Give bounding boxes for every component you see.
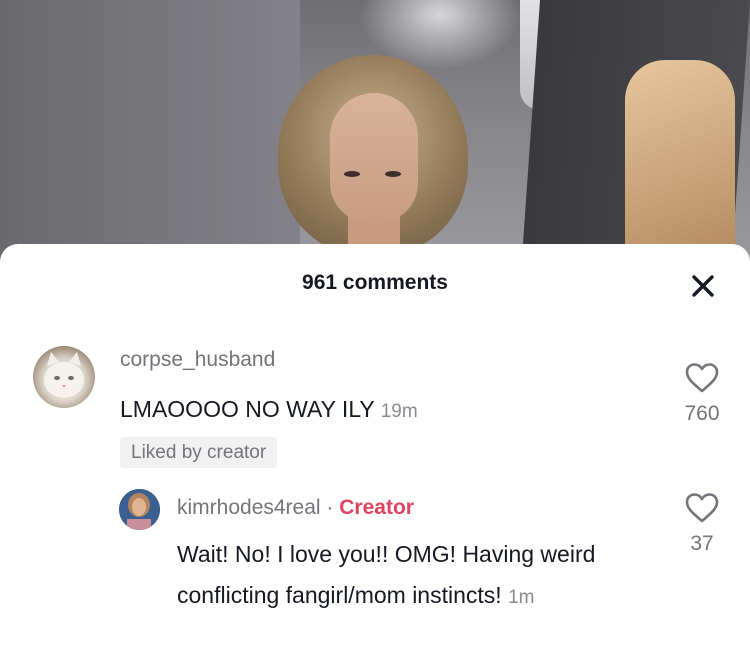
comment-like-count: 760 bbox=[684, 402, 720, 425]
video-background bbox=[0, 0, 750, 260]
heart-outline-icon bbox=[685, 363, 719, 393]
username-separator: · bbox=[326, 496, 334, 519]
close-button[interactable] bbox=[686, 269, 720, 303]
commenter-avatar[interactable] bbox=[33, 346, 95, 408]
heart-outline-icon bbox=[685, 493, 719, 523]
comments-header: 961 comments bbox=[0, 244, 750, 324]
video-wall bbox=[0, 0, 300, 260]
comment-time: 19m bbox=[380, 401, 418, 422]
comment-body: LMAOOOO NO WAY ILY bbox=[120, 396, 375, 422]
comment-count: 961 comments bbox=[302, 271, 448, 294]
comment-text: LMAOOOO NO WAY ILY 19m bbox=[120, 389, 600, 432]
liked-by-creator-badge: Liked by creator bbox=[120, 437, 278, 468]
reply-like-count: 37 bbox=[690, 532, 714, 555]
comments-sheet: 961 comments corpse_husband LMAOOOO NO W… bbox=[0, 244, 750, 666]
video-person bbox=[278, 55, 468, 260]
reply-avatar[interactable] bbox=[119, 489, 160, 530]
kim-avatar bbox=[119, 489, 160, 530]
reply-time: 1m bbox=[508, 587, 535, 608]
person-left-eye bbox=[344, 171, 360, 177]
comment-username[interactable]: corpse_husband bbox=[120, 348, 275, 372]
white-cat-avatar bbox=[44, 352, 84, 398]
close-icon bbox=[692, 275, 714, 297]
person-right-eye bbox=[385, 171, 401, 177]
creator-tag: Creator bbox=[339, 496, 414, 519]
reply-text: Wait! No! I love you!! OMG! Having weird… bbox=[177, 534, 647, 618]
comment-like-button[interactable]: 760 bbox=[667, 362, 737, 426]
person-face bbox=[330, 93, 418, 223]
reply-like-button[interactable]: 37 bbox=[667, 492, 737, 556]
reply-username-line: kimrhodes4real · Creator bbox=[177, 496, 414, 520]
reply-username[interactable]: kimrhodes4real bbox=[177, 496, 321, 519]
video-coat bbox=[625, 60, 735, 260]
